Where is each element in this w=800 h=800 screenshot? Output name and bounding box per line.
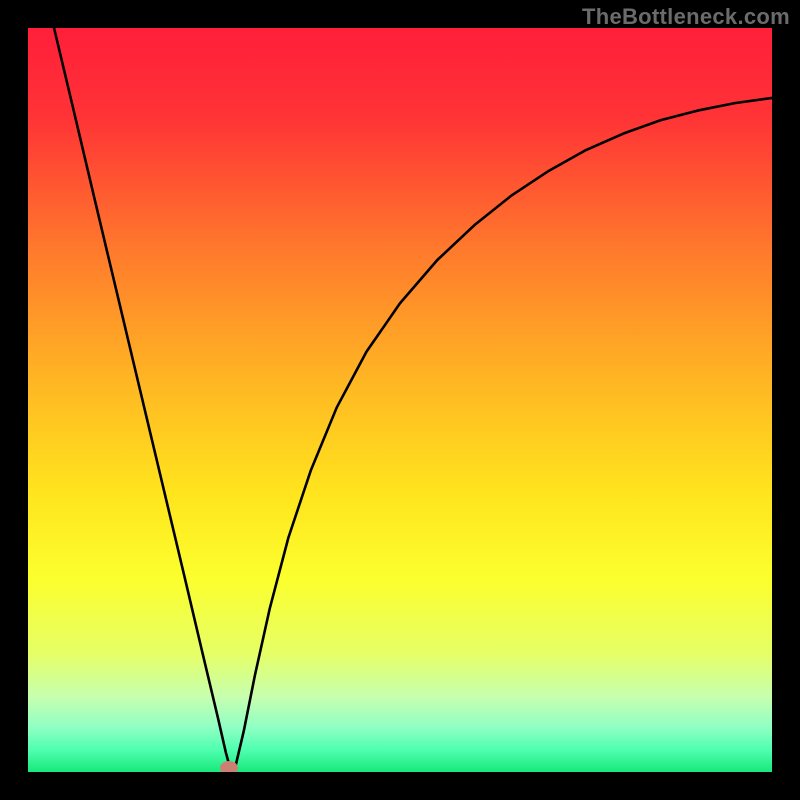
datapoint-marker [220,761,238,772]
watermark-text: TheBottleneck.com [582,4,790,30]
plot-area [28,28,772,772]
chart-frame: TheBottleneck.com [0,0,800,800]
bottleneck-curve [28,28,772,772]
